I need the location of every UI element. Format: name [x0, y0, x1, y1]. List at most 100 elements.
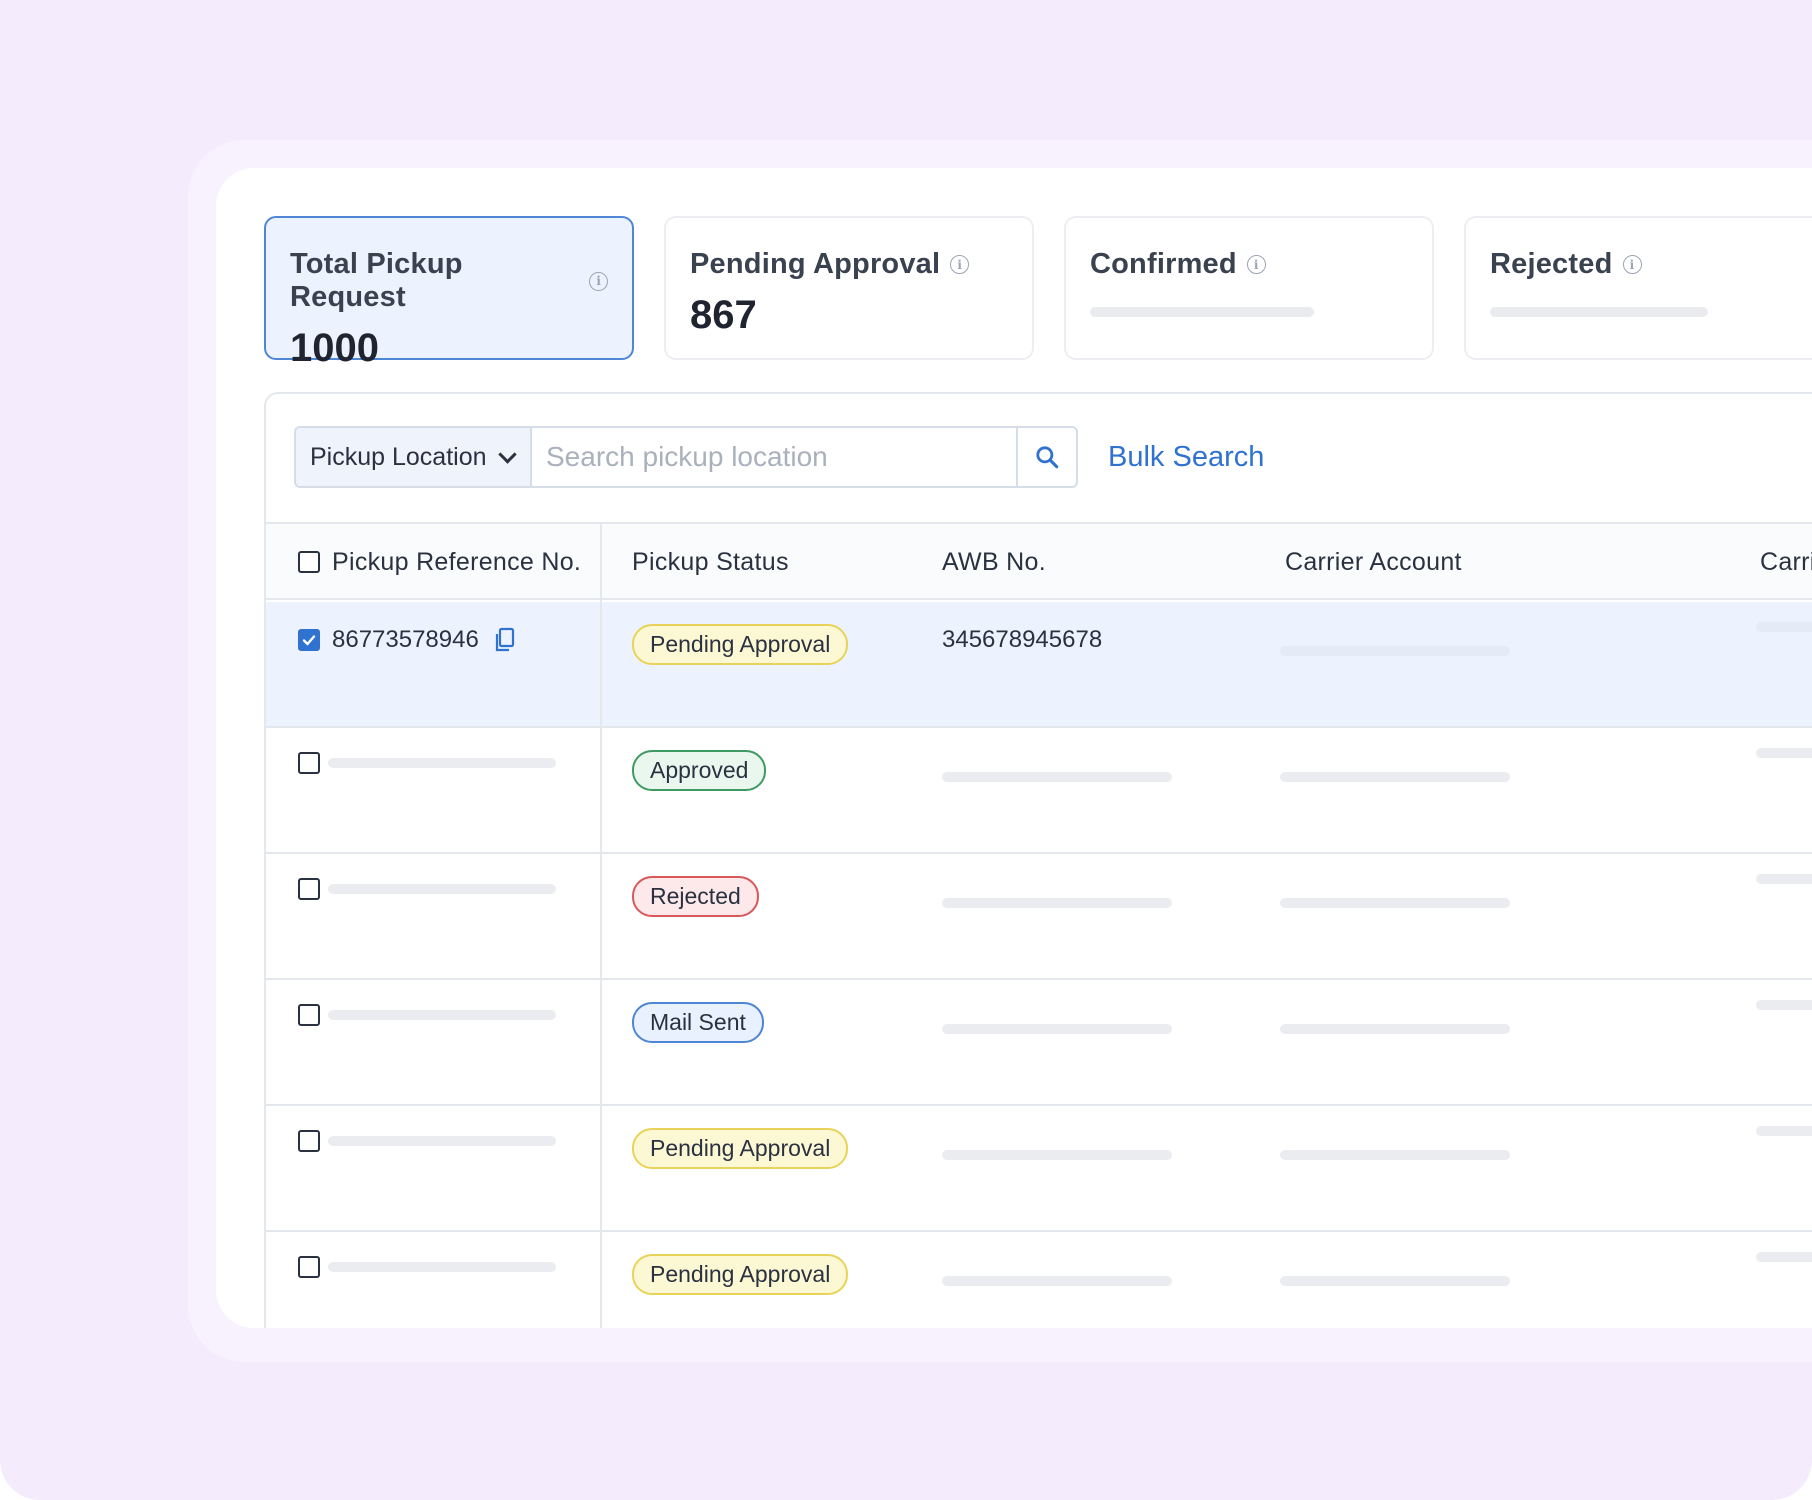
info-icon[interactable]: i	[1622, 255, 1642, 274]
chevron-down-icon	[497, 444, 517, 464]
column-header-carrier-account[interactable]: Carrier Account	[1285, 524, 1462, 600]
dropdown-label: Pickup Location	[310, 442, 487, 471]
status-badge: Approved	[632, 750, 767, 791]
loading-skeleton	[328, 1010, 556, 1020]
awb-cell	[942, 878, 1172, 908]
loading-skeleton	[1756, 874, 1812, 884]
loading-skeleton	[1756, 1000, 1812, 1010]
reference-cell	[298, 1256, 556, 1278]
loading-skeleton	[1490, 307, 1708, 317]
column-header-status[interactable]: Pickup Status	[632, 524, 789, 600]
loading-skeleton	[1756, 1252, 1812, 1262]
search-icon	[1036, 446, 1059, 469]
stat-card-title: Confirmed	[1090, 248, 1237, 280]
loading-skeleton	[942, 1024, 1172, 1034]
pickup-table-container: Pickup Location Bulk Search Pickup Refer…	[264, 392, 1812, 1328]
loading-skeleton	[328, 1136, 556, 1146]
loading-skeleton	[1280, 1150, 1510, 1160]
stat-card-rejected[interactable]: Rejected i	[1464, 216, 1812, 360]
stat-card-value: 867	[690, 293, 757, 337]
loading-skeleton	[1280, 1024, 1510, 1034]
select-all-checkbox[interactable]	[298, 551, 320, 573]
carrier-cell	[1756, 622, 1812, 632]
status-badge: Rejected	[632, 876, 759, 917]
carrier-cell	[1756, 874, 1812, 884]
table-row[interactable]: Mail Sent	[266, 980, 1812, 1106]
stat-card-title: Total Pickup Request	[290, 248, 463, 313]
stat-card-pending[interactable]: Pending Approval i 867	[664, 216, 1034, 360]
awb-cell	[942, 1004, 1172, 1034]
status-badge: Pending Approval	[632, 1254, 849, 1295]
row-checkbox[interactable]	[298, 878, 320, 900]
loading-skeleton	[1090, 307, 1314, 317]
table-toolbar: Pickup Location Bulk Search	[294, 426, 1264, 488]
reference-cell	[298, 1004, 556, 1026]
loading-skeleton	[328, 884, 556, 894]
stat-card-value: 1000	[290, 326, 379, 370]
row-checkbox[interactable]	[298, 1256, 320, 1278]
stat-card-title: Pending Approval	[690, 248, 941, 280]
info-icon[interactable]: i	[589, 271, 608, 291]
loading-skeleton	[1756, 622, 1812, 632]
loading-skeleton	[1280, 898, 1510, 908]
loading-skeleton	[328, 1262, 556, 1272]
stat-card-total[interactable]: Total Pickup Request i 1000	[264, 216, 634, 370]
awb-cell	[942, 752, 1172, 782]
loading-skeleton	[942, 1150, 1172, 1160]
column-header-awb[interactable]: AWB No.	[942, 524, 1046, 600]
reference-cell	[298, 878, 556, 900]
table-row[interactable]: Pending Approval	[266, 1232, 1812, 1328]
row-checkbox[interactable]	[298, 752, 320, 774]
pickup-reference-number: 86773578946	[332, 626, 479, 653]
loading-skeleton	[1280, 1276, 1510, 1286]
search-button[interactable]	[1018, 426, 1078, 488]
search-input[interactable]	[530, 426, 1018, 488]
status-cell: Pending Approval	[632, 624, 849, 665]
reference-cell	[298, 752, 556, 774]
carrier-cell	[1756, 1000, 1812, 1010]
row-checkbox[interactable]	[298, 629, 320, 651]
carrier-account-cell	[1280, 1276, 1510, 1286]
loading-skeleton	[942, 1276, 1172, 1286]
bulk-search-link[interactable]: Bulk Search	[1108, 441, 1264, 474]
stat-card-title: Rejected	[1490, 248, 1613, 280]
carrier-account-cell	[1280, 646, 1510, 656]
status-cell: Pending Approval	[632, 1254, 849, 1295]
carrier-account-cell	[1280, 772, 1510, 782]
pickup-dashboard-panel: Total Pickup Request i 1000 Pending Appr…	[216, 168, 1812, 1328]
info-icon[interactable]: i	[1246, 255, 1266, 274]
loading-skeleton	[1280, 772, 1510, 782]
table-row[interactable]: Rejected	[266, 854, 1812, 980]
stat-card-confirmed[interactable]: Confirmed i	[1064, 216, 1434, 360]
table-row[interactable]: 86773578946 Pending Approval 345678945678	[266, 602, 1812, 728]
status-badge: Pending Approval	[632, 624, 849, 665]
info-icon[interactable]: i	[950, 255, 970, 274]
carrier-account-cell	[1280, 898, 1510, 908]
awb-cell: 345678945678	[942, 626, 1102, 654]
table-header: Pickup Reference No. Pickup Status AWB N…	[266, 522, 1812, 600]
carrier-cell	[1756, 748, 1812, 758]
carrier-account-cell	[1280, 1024, 1510, 1034]
carrier-account-cell	[1280, 1150, 1510, 1160]
column-header-reference[interactable]: Pickup Reference No.	[332, 548, 581, 577]
awb-cell	[942, 1130, 1172, 1160]
status-cell: Approved	[632, 750, 767, 791]
status-cell: Pending Approval	[632, 1128, 849, 1169]
loading-skeleton	[1280, 646, 1510, 656]
loading-skeleton	[942, 898, 1172, 908]
check-icon	[302, 635, 316, 646]
awb-cell	[942, 1256, 1172, 1286]
carrier-cell	[1756, 1126, 1812, 1136]
status-badge: Pending Approval	[632, 1128, 849, 1169]
loading-skeleton	[328, 758, 556, 768]
table-row[interactable]: Approved	[266, 728, 1812, 854]
row-checkbox[interactable]	[298, 1130, 320, 1152]
table-row[interactable]: Pending Approval	[266, 1106, 1812, 1232]
copy-icon[interactable]	[493, 627, 517, 653]
row-checkbox[interactable]	[298, 1004, 320, 1026]
status-cell: Rejected	[632, 876, 759, 917]
pickup-location-dropdown[interactable]: Pickup Location	[294, 426, 530, 488]
column-header-carrier[interactable]: Carri	[1760, 524, 1812, 600]
loading-skeleton	[1756, 1126, 1812, 1136]
loading-skeleton	[942, 772, 1172, 782]
